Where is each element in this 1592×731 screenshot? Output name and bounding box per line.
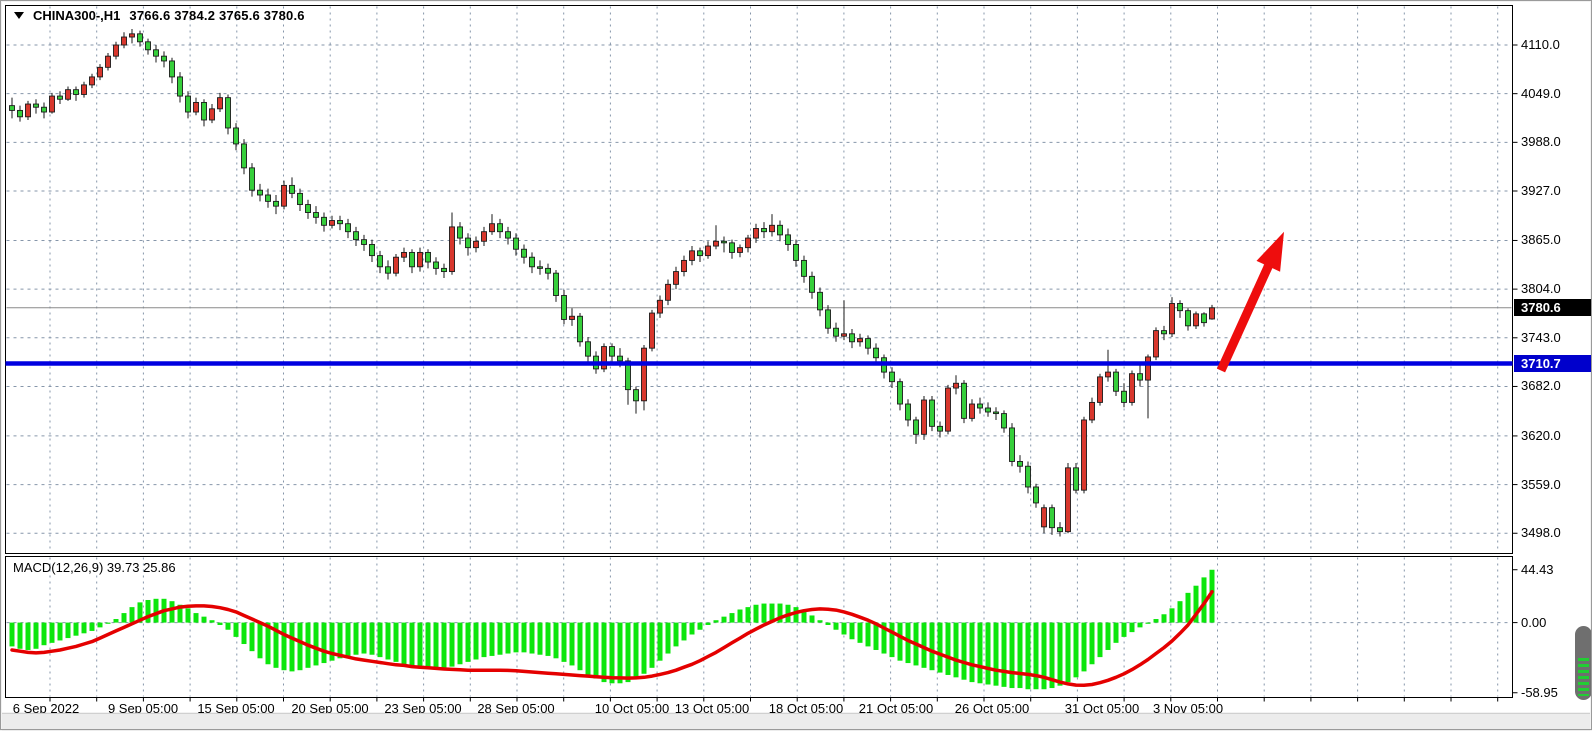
chart-title: CHINA300-,H1 3766.6 3784.2 3765.6 3780.6: [14, 8, 305, 23]
price-axis-tick: 3804.0: [1521, 281, 1561, 296]
price-axis-tick: 3498.0: [1521, 525, 1561, 540]
support-line-price-tag: 3710.7: [1514, 355, 1591, 372]
macd-axis-tick: 44.43: [1521, 562, 1554, 577]
price-axis-tick: 3682.0: [1521, 378, 1561, 393]
price-axis-tick: 3988.0: [1521, 134, 1561, 149]
price-axis-tick: 3865.0: [1521, 232, 1561, 247]
price-axis-tick: 3743.0: [1521, 330, 1561, 345]
macd-axis-tick: -58.95: [1521, 685, 1558, 700]
current-price-tag: 3780.6: [1514, 299, 1591, 316]
chart-canvas[interactable]: [0, 0, 1592, 730]
macd-indicator-label: MACD(12,26,9) 39.73 25.86: [13, 560, 176, 575]
symbol-dropdown-icon[interactable]: [14, 12, 24, 19]
price-axis-tick: 4049.0: [1521, 86, 1561, 101]
price-axis-tick: 3620.0: [1521, 428, 1561, 443]
macd-axis-tick: 0.00: [1521, 615, 1546, 630]
bottom-status-strip: [2, 713, 1590, 731]
ohlc-quote: 3766.6 3784.2 3765.6 3780.6: [129, 8, 304, 23]
scrollbar-thumb[interactable]: [1575, 626, 1592, 700]
price-axis-tick: 3559.0: [1521, 477, 1561, 492]
price-axis-tick: 3927.0: [1521, 183, 1561, 198]
symbol-name: CHINA300-,H1: [33, 8, 120, 23]
price-axis-tick: 4110.0: [1521, 37, 1560, 52]
scrollbar-stripes-icon: [1578, 658, 1589, 696]
